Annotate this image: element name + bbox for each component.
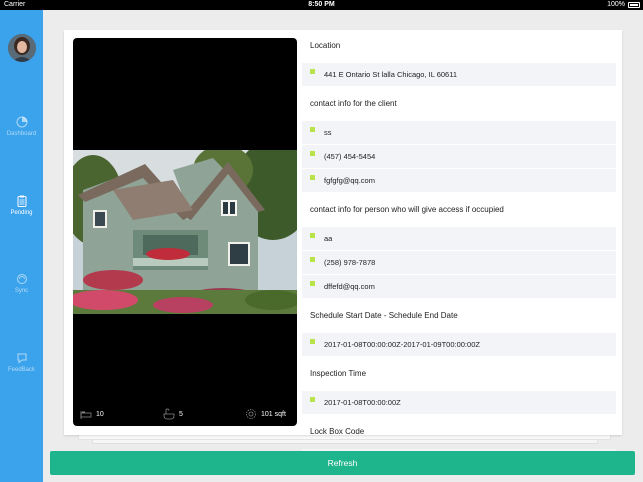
inspection-row[interactable]: 2017-01-08T00:00:00Z [302, 391, 616, 415]
bullet-icon [310, 397, 315, 402]
access-title: contact info for person who will give ac… [310, 205, 504, 214]
beds-stat: 10 [80, 408, 104, 420]
sidebar: Dashboard Pending Sync FeedBack [0, 10, 43, 482]
client-phone-row[interactable]: (457) 454-5454 [302, 145, 616, 169]
avatar[interactable] [8, 34, 36, 62]
house-photo [73, 150, 297, 314]
details-list: Location 441 E Ontario St lalla Chicago,… [302, 38, 616, 473]
sync-icon [16, 274, 27, 284]
bullet-icon [310, 281, 315, 286]
sidebar-item-dashboard[interactable]: Dashboard [0, 116, 43, 137]
location-title: Location [310, 41, 341, 50]
area-value: 101 sqft [261, 410, 286, 418]
area-stat: 101 sqft [245, 408, 286, 420]
client-title: contact info for the client [310, 99, 397, 108]
client-phone-value: (457) 454-5454 [324, 152, 376, 161]
bullet-icon [310, 69, 315, 74]
bullet-icon [310, 257, 315, 262]
status-bar: Carrier 8:50 PM 100% [0, 0, 643, 10]
access-name-row[interactable]: aa [302, 227, 616, 251]
bullet-icon [310, 339, 315, 344]
lockbox-title: Lock Box Code [310, 427, 365, 436]
sidebar-item-sync[interactable]: Sync [0, 273, 43, 294]
schedule-title: Schedule Start Date - Schedule End Date [310, 311, 458, 320]
inspection-title: Inspection Time [310, 369, 367, 378]
inspection-value: 2017-01-08T00:00:00Z [324, 398, 401, 407]
bullet-icon [310, 127, 315, 132]
bullet-icon [310, 233, 315, 238]
battery-percent: 100% [607, 1, 625, 8]
client-email-row[interactable]: fgfgfg@qq.com [302, 169, 616, 193]
access-name-value: aa [324, 234, 333, 243]
clipboard-icon [17, 195, 26, 207]
baths-stat: 5 [163, 408, 183, 420]
sidebar-item-feedback[interactable]: FeedBack [0, 352, 43, 373]
client-name-row[interactable]: ss [302, 121, 616, 145]
access-email-row[interactable]: dffefd@qq.com [302, 275, 616, 299]
access-email-value: dffefd@qq.com [324, 282, 375, 291]
schedule-value: 2017-01-08T00:00:00Z-2017-01-09T00:00:00… [324, 340, 480, 349]
location-value: 441 E Ontario St lalla Chicago, IL 60611 [324, 70, 458, 79]
sidebar-item-label: Sync [14, 288, 29, 294]
feedback-icon [17, 353, 26, 364]
area-icon [246, 409, 256, 419]
beds-value: 10 [96, 410, 104, 418]
bath-icon [163, 408, 175, 420]
schedule-row[interactable]: 2017-01-08T00:00:00Z-2017-01-09T00:00:00… [302, 333, 616, 357]
status-time: 8:50 PM [308, 1, 335, 8]
sidebar-item-label: FeedBack [7, 367, 35, 373]
baths-value: 5 [179, 410, 183, 418]
dashboard-icon [16, 116, 27, 128]
access-phone-value: (258) 978-7878 [324, 258, 376, 267]
sidebar-item-label: Dashboard [6, 131, 37, 137]
client-name-value: ss [324, 128, 332, 137]
refresh-button[interactable]: Refresh [50, 451, 635, 475]
sidebar-item-label: Pending [10, 210, 33, 216]
location-row[interactable]: 441 E Ontario St lalla Chicago, IL 60611 [302, 63, 616, 87]
sidebar-item-pending[interactable]: Pending [0, 195, 43, 216]
bullet-icon [310, 151, 315, 156]
bullet-icon [310, 175, 315, 180]
client-email-value: fgfgfg@qq.com [324, 176, 375, 185]
battery-icon [628, 2, 640, 8]
bed-icon [80, 411, 92, 419]
access-phone-row[interactable]: (258) 978-7878 [302, 251, 616, 275]
property-photo-panel[interactable]: 10 5 101 sqft [73, 38, 297, 426]
